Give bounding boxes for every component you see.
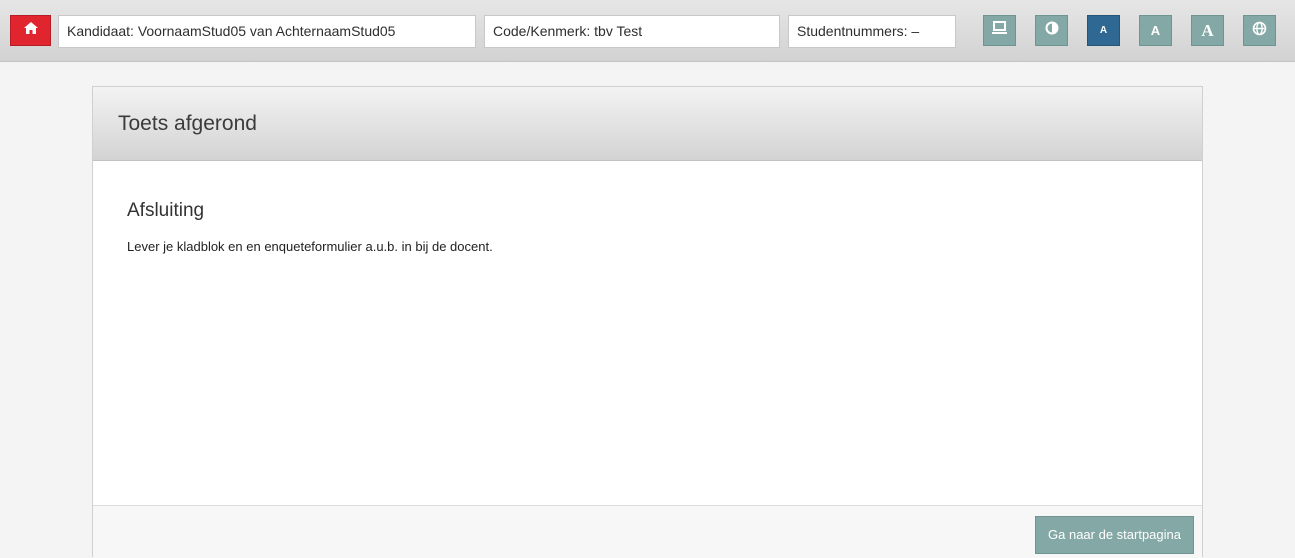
section-title: Afsluiting [127, 200, 205, 221]
language-button[interactable] [1243, 15, 1276, 46]
screen-button[interactable] [983, 15, 1016, 46]
contrast-button[interactable] [1035, 15, 1068, 46]
panel-title: Toets afgerond [93, 87, 1202, 161]
font-medium-button[interactable]: A [1139, 15, 1172, 46]
font-medium-icon: A [1150, 23, 1161, 38]
candidate-name: Kandidaat: VoornaamStud05 van Achternaam… [58, 15, 476, 48]
result-panel: Toets afgerond Afsluiting Lever je kladb… [92, 86, 1203, 558]
contrast-icon [1045, 21, 1059, 40]
screen-icon [991, 21, 1008, 40]
top-bar: Kandidaat: VoornaamStud05 van Achternaam… [0, 0, 1295, 62]
panel-footer: Ga naar de startpagina [93, 505, 1202, 558]
section-text: Lever je kladblok en en enqueteformulier… [127, 239, 493, 254]
font-small-icon: A [1099, 25, 1108, 36]
go-to-start-button[interactable]: Ga naar de startpagina [1035, 516, 1194, 554]
code-field: Code/Kenmerk: tbv Test [484, 15, 780, 48]
font-small-button[interactable]: A [1087, 15, 1120, 46]
font-large-button[interactable]: A [1191, 15, 1224, 46]
font-large-icon: A [1201, 20, 1214, 40]
home-icon [23, 21, 39, 40]
student-numbers: Studentnummers: – [788, 15, 956, 48]
globe-icon [1252, 21, 1267, 41]
home-button[interactable] [10, 15, 51, 46]
